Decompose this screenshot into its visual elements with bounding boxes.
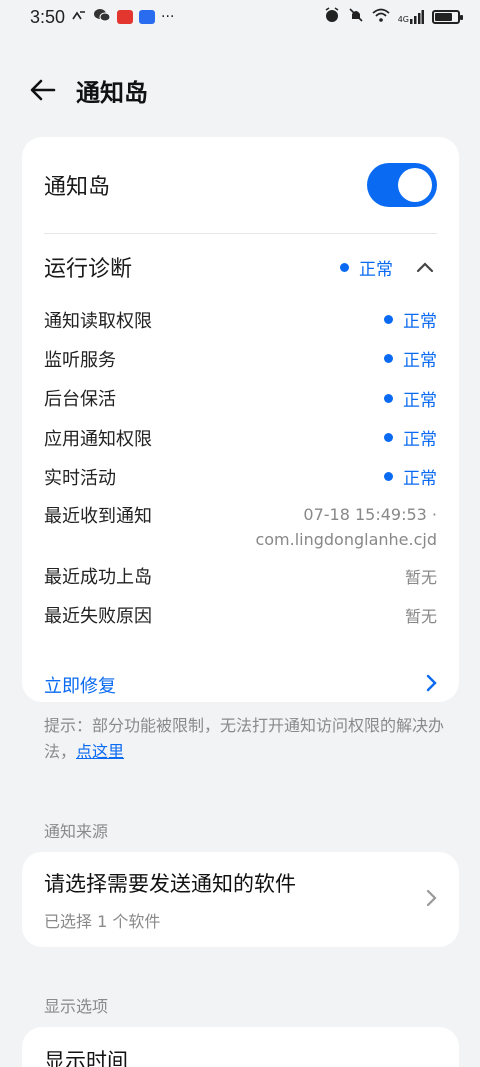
signal-icon: 4G <box>398 10 424 24</box>
notification-island-toggle-row[interactable]: 通知岛 <box>22 137 459 233</box>
diag-row-status: 正常 <box>384 346 437 371</box>
diag-row-label: 后台保活 <box>44 389 116 411</box>
nfc-icon <box>71 9 87 26</box>
chevron-up-icon[interactable] <box>413 255 437 279</box>
diagnostics-status: 正常 <box>340 255 437 280</box>
diagnostics-header[interactable]: 运行诊断 正常 <box>22 234 459 300</box>
diag-row-status: 正常 <box>384 386 437 411</box>
app-bar: 通知岛 <box>0 64 480 116</box>
more-dots-icon: ··· <box>161 9 175 25</box>
main-settings-card: 通知岛 运行诊断 正常 通知读取权限 正常 监听服务 正常 后台保活 正常 应用… <box>22 137 459 702</box>
diag-row-label: 应用通知权限 <box>44 428 152 450</box>
mute-icon <box>348 7 364 27</box>
last-success-value: 暂无 <box>404 568 437 588</box>
diag-row-status: 正常 <box>384 425 437 450</box>
alarm-icon <box>324 7 340 27</box>
wifi-icon <box>372 8 390 26</box>
status-dot-icon <box>384 472 393 482</box>
diag-row-last-notification: 最近收到通知 07-18 15:49:53 · com.lingdonglanh… <box>44 496 437 556</box>
click-here-link[interactable]: 点这里 <box>76 742 124 761</box>
diag-row-label: 通知读取权限 <box>44 310 152 332</box>
diag-row-label: 最近失败原因 <box>44 606 152 628</box>
diag-row-live-activity: 实时活动 正常 <box>44 457 437 496</box>
back-arrow-icon[interactable] <box>28 75 58 105</box>
select-apps-title: 请选择需要发送通知的软件 <box>44 871 296 896</box>
section-label-source: 通知来源 <box>44 822 109 841</box>
toggle-label: 通知岛 <box>44 175 111 200</box>
select-apps-subtitle: 已选择 1 个软件 <box>44 911 161 931</box>
select-apps-item[interactable]: 请选择需要发送通知的软件 已选择 1 个软件 <box>22 852 459 947</box>
diagnostics-label: 运行诊断 <box>44 257 133 282</box>
diag-row-app-notification-permission: 应用通知权限 正常 <box>44 418 437 457</box>
diagnostics-list: 通知读取权限 正常 监听服务 正常 后台保活 正常 应用通知权限 正常 实时活动… <box>22 300 459 635</box>
diag-row-listener-service: 监听服务 正常 <box>44 339 437 378</box>
section-label-display: 显示选项 <box>44 997 109 1016</box>
page-title: 通知岛 <box>76 78 148 107</box>
battery-icon <box>432 10 463 24</box>
diag-row-label: 最近收到通知 <box>44 506 152 528</box>
fix-now-button[interactable]: 立即修复 <box>22 667 459 703</box>
diag-row-status: 正常 <box>384 307 437 332</box>
status-bar: 3:50 ··· 4G <box>0 0 480 34</box>
last-fail-value: 暂无 <box>404 607 437 627</box>
status-dot-icon <box>384 393 393 403</box>
status-dot-icon <box>384 433 393 443</box>
status-time: 3:50 <box>30 6 66 27</box>
diag-row-last-success: 最近成功上岛 暂无 <box>44 556 437 595</box>
app-blue-icon <box>139 10 156 24</box>
diag-row-status: 正常 <box>384 464 437 489</box>
hint-text: 提示：部分功能被限制，无法打开通知访问权限的解决办法，点这里 <box>44 716 445 761</box>
diag-row-background-keepalive: 后台保活 正常 <box>44 379 437 418</box>
diag-row-label: 最近成功上岛 <box>44 567 152 589</box>
app-red-icon <box>117 10 134 24</box>
fix-now-label: 立即修复 <box>44 676 116 697</box>
diag-row-last-fail: 最近失败原因 暂无 <box>44 596 437 635</box>
last-notification-value: 07-18 15:49:53 · com.lingdonglanhe.cjd <box>255 505 437 550</box>
show-time-title: 显示时间 <box>44 1049 128 1067</box>
status-dot-icon <box>384 354 393 364</box>
show-time-item[interactable]: 显示时间 <box>22 1027 459 1067</box>
notification-island-toggle[interactable] <box>367 163 437 207</box>
chevron-right-icon <box>425 889 437 911</box>
diag-row-label: 监听服务 <box>44 349 116 371</box>
chevron-right-icon <box>425 674 437 697</box>
wechat-icon <box>93 7 111 28</box>
status-dot-icon <box>340 262 349 272</box>
status-dot-icon <box>384 315 393 325</box>
diag-row-label: 实时活动 <box>44 467 116 489</box>
diag-row-notification-read: 通知读取权限 正常 <box>44 300 437 339</box>
